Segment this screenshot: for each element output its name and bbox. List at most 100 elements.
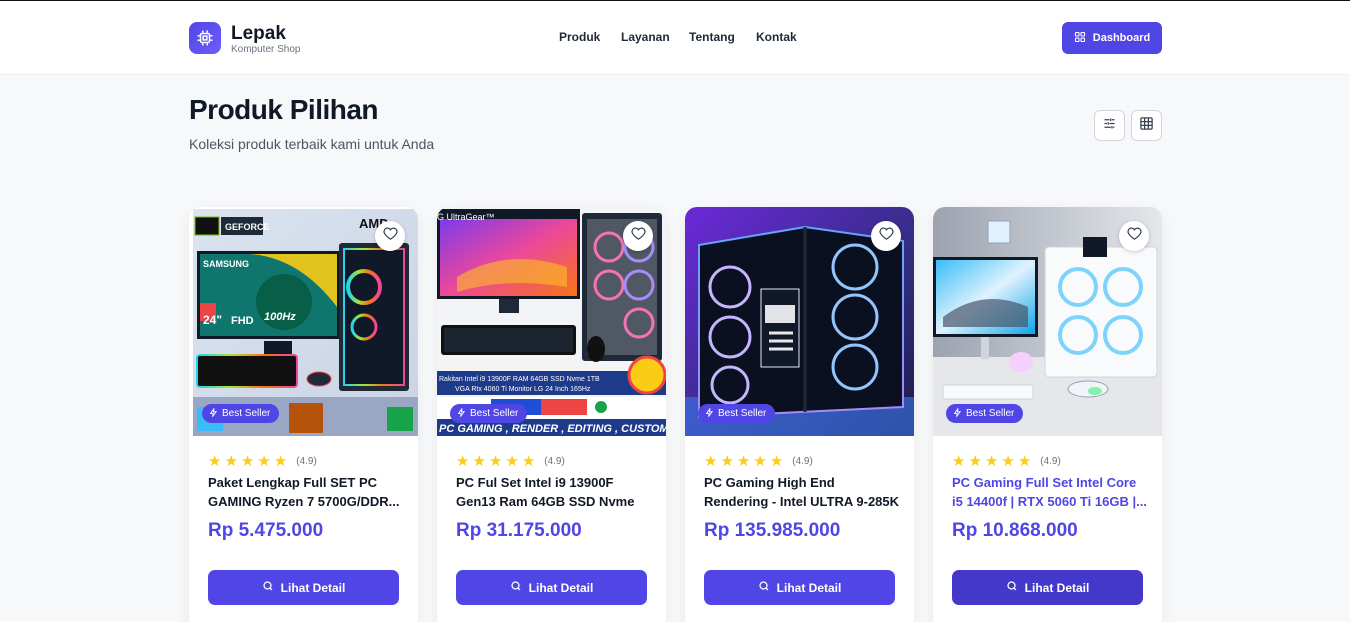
- star-icon: ★: [521, 453, 536, 470]
- heart-icon: [630, 226, 646, 246]
- view-detail-button[interactable]: Lihat Detail: [208, 570, 399, 605]
- image-bottom-text: PC GAMING , RENDER , EDITING , CUSTOM: [439, 423, 666, 435]
- product-image[interactable]: Best Seller: [933, 207, 1162, 436]
- product-card[interactable]: GEFORCE AMD SAMSUNG 24" FHD 100Hz Best S…: [189, 207, 418, 622]
- search-icon: [1006, 580, 1018, 595]
- badge-label: Best Seller: [718, 408, 767, 419]
- search-icon: [262, 580, 274, 595]
- star-icon: ★: [224, 453, 238, 470]
- bolt-icon: [705, 406, 714, 420]
- star-icon: ★: [505, 453, 519, 470]
- view-detail-button[interactable]: Lihat Detail: [952, 570, 1143, 605]
- view-detail-label: Lihat Detail: [1024, 580, 1090, 595]
- star-icon: ★: [952, 453, 966, 470]
- favorite-button[interactable]: [623, 221, 653, 251]
- rating-value: (4.9): [296, 456, 317, 467]
- badge-label: Best Seller: [966, 408, 1015, 419]
- product-name[interactable]: PC Gaming Full Set Intel Core i5 14400f …: [952, 473, 1148, 511]
- star-rating: ★ ★ ★ ★ ★ (4.9): [704, 454, 813, 469]
- star-rating: ★ ★ ★ ★ ★ (4.9): [952, 454, 1061, 469]
- heart-icon: [382, 226, 398, 246]
- product-card[interactable]: Best Seller ★ ★ ★ ★ ★ (4.9) PC Gaming Fu…: [933, 207, 1162, 622]
- product-card[interactable]: G UltraGear™ Rakitan Intel i9 13900F RAM…: [437, 207, 666, 622]
- view-detail-label: Lihat Detail: [528, 580, 594, 595]
- favorite-button[interactable]: [1119, 221, 1149, 251]
- nav-link-layanan[interactable]: Layanan: [621, 30, 670, 44]
- page-title: Produk Pilihan: [189, 94, 379, 125]
- view-detail-button[interactable]: Lihat Detail: [704, 570, 895, 605]
- star-icon: ★: [753, 453, 767, 470]
- favorite-button[interactable]: [375, 221, 405, 251]
- heart-icon: [878, 226, 894, 246]
- filter-button[interactable]: [1094, 110, 1125, 141]
- product-card[interactable]: Best Seller ★ ★ ★ ★ ★ (4.9) PC Gaming Hi…: [685, 207, 914, 622]
- dashboard-button[interactable]: Dashboard: [1062, 22, 1162, 54]
- rating-value: (4.9): [792, 456, 813, 467]
- monitor-hz-text: 100Hz: [264, 311, 296, 323]
- star-rating: ★ ★ ★ ★ ★ (4.9): [456, 454, 565, 469]
- star-icon: ★: [472, 453, 486, 470]
- brand-name[interactable]: Lepak: [231, 23, 286, 45]
- product-price: Rp 5.475.000: [208, 520, 324, 541]
- star-icon: ★: [456, 453, 470, 470]
- star-icon: ★: [984, 453, 999, 470]
- nav-link-produk[interactable]: Produk: [559, 30, 600, 44]
- best-seller-badge: Best Seller: [450, 404, 528, 423]
- best-seller-badge: Best Seller: [698, 404, 776, 423]
- nav-link-tentang[interactable]: Tentang: [689, 30, 735, 44]
- product-image[interactable]: G UltraGear™ Rakitan Intel i9 13900F RAM…: [437, 207, 666, 436]
- search-icon: [758, 580, 770, 595]
- brand-subtitle: Komputer Shop: [231, 44, 301, 55]
- product-price: Rp 10.868.000: [952, 520, 1078, 541]
- star-icon: ★: [273, 453, 288, 470]
- star-icon: ★: [1017, 453, 1032, 470]
- view-detail-label: Lihat Detail: [776, 580, 842, 595]
- nav-link-kontak[interactable]: Kontak: [756, 30, 797, 44]
- star-icon: ★: [968, 453, 982, 470]
- bolt-icon: [209, 406, 218, 420]
- view-detail-button[interactable]: Lihat Detail: [456, 570, 647, 605]
- badge-label: Best Seller: [470, 408, 519, 419]
- best-seller-badge: Best Seller: [202, 404, 280, 423]
- geforce-logo-text: GEFORCE: [225, 222, 270, 232]
- star-icon: ★: [1001, 453, 1015, 470]
- star-icon: ★: [240, 453, 255, 470]
- star-icon: ★: [769, 453, 784, 470]
- site-header: Lepak Komputer Shop Produk Layanan Tenta…: [0, 1, 1350, 75]
- monitor-fhd-text: FHD: [231, 315, 254, 327]
- rating-value: (4.9): [544, 456, 565, 467]
- best-seller-badge: Best Seller: [946, 404, 1024, 423]
- grid-view-button[interactable]: [1131, 110, 1162, 141]
- product-price: Rp 135.985.000: [704, 520, 841, 541]
- star-icon: ★: [208, 453, 222, 470]
- image-caption-text: Rakitan Intel i9 13900F RAM 64GB SSD Nvm…: [439, 376, 600, 383]
- product-image[interactable]: Best Seller: [685, 207, 914, 436]
- product-image[interactable]: GEFORCE AMD SAMSUNG 24" FHD 100Hz Best S…: [189, 207, 418, 436]
- bolt-icon: [953, 406, 962, 420]
- star-icon: ★: [257, 453, 271, 470]
- heart-icon: [1126, 226, 1142, 246]
- bolt-icon: [457, 406, 466, 420]
- star-icon: ★: [488, 453, 503, 470]
- page-subtitle: Koleksi produk terbaik kami untuk Anda: [189, 136, 435, 152]
- product-name[interactable]: PC Ful Set Intel i9 13900F Gen13 Ram 64G…: [456, 473, 652, 511]
- monitor-size-text: 24": [203, 313, 222, 327]
- product-name[interactable]: Paket Lengkap Full SET PC GAMING Ryzen 7…: [208, 473, 404, 511]
- star-icon: ★: [720, 453, 734, 470]
- monitor-brand-text: G UltraGear™: [437, 212, 495, 222]
- samsung-logo-text: SAMSUNG: [203, 259, 249, 269]
- product-name[interactable]: PC Gaming High End Rendering - Intel ULT…: [704, 473, 900, 511]
- grid-icon: [1074, 31, 1086, 46]
- product-price: Rp 31.175.000: [456, 520, 582, 541]
- view-detail-label: Lihat Detail: [280, 580, 346, 595]
- dashboard-button-label: Dashboard: [1092, 32, 1151, 44]
- grid-view-icon: [1139, 116, 1154, 136]
- image-caption-text-2: VGA Rtx 4060 Ti Monitor LG 24 Inch 165Hz: [455, 386, 591, 393]
- star-icon: ★: [736, 453, 751, 470]
- rating-value: (4.9): [1040, 456, 1061, 467]
- cpu-icon[interactable]: [189, 22, 221, 54]
- star-rating: ★ ★ ★ ★ ★ (4.9): [208, 454, 317, 469]
- badge-label: Best Seller: [222, 408, 271, 419]
- favorite-button[interactable]: [871, 221, 901, 251]
- star-icon: ★: [704, 453, 718, 470]
